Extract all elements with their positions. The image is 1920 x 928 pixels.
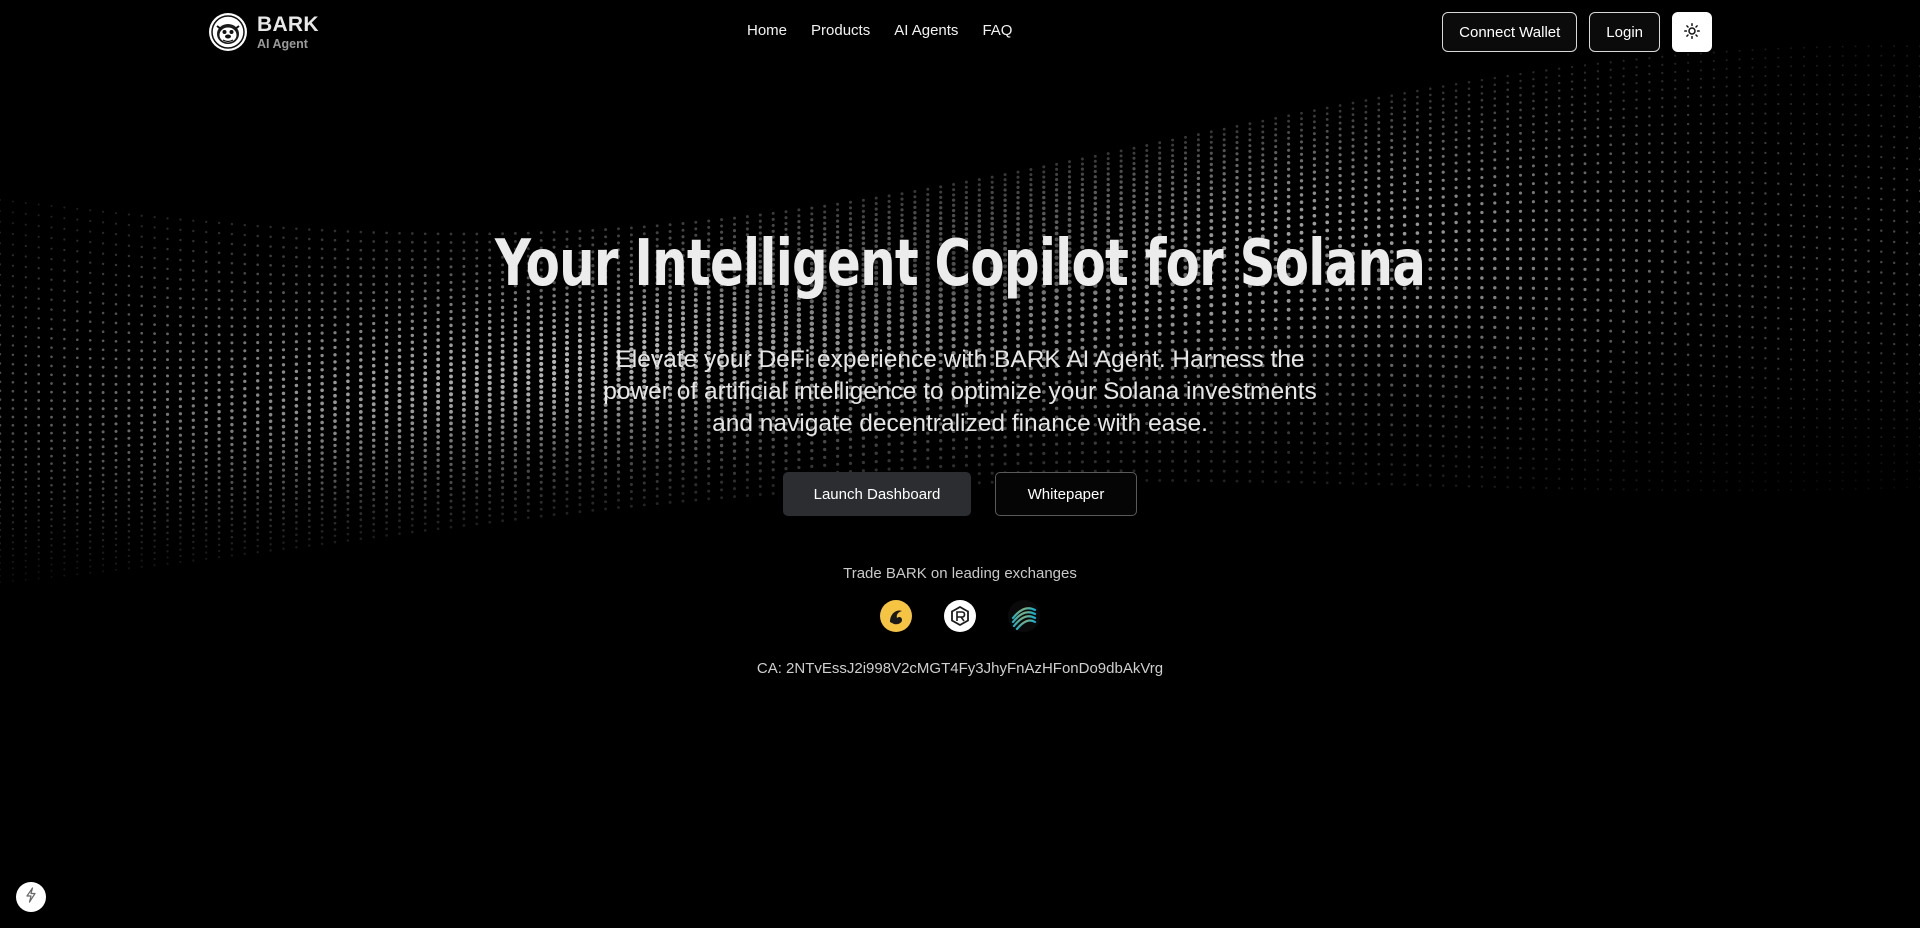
landing-page: BARK AI Agent Home Products AI Agents FA… [0,0,1920,928]
contract-address[interactable]: CA: 2NTvEssJ2i998V2cMGT4Fy3JhyFnAzHFonDo… [0,660,1920,677]
brand-name: BARK [257,12,319,36]
exchanges-label: Trade BARK on leading exchanges [843,565,1077,582]
brand-subtitle: AI Agent [257,36,308,51]
theme-toggle-button[interactable] [1672,12,1712,52]
nav-item-home[interactable]: Home [747,22,787,39]
bulldog-logo-icon [209,13,247,51]
header-actions: Connect Wallet Login [1442,12,1712,52]
dotted-wave-background [0,45,1920,584]
nav-item-ai-agents[interactable]: AI Agents [894,22,958,39]
corner-badge-button[interactable] [16,882,46,912]
raydium-exchange-icon[interactable] [944,600,976,632]
hero-cta-group: Launch Dashboard Whitepaper [0,472,1920,516]
meteora-exchange-icon[interactable] [1008,600,1040,632]
exchange-list [0,600,1920,632]
brand-home-link[interactable]: BARK AI Agent [209,13,319,51]
lightning-icon [23,886,39,908]
login-button[interactable]: Login [1589,12,1660,52]
whitepaper-button[interactable]: Whitepaper [995,472,1137,516]
nav-item-faq[interactable]: FAQ [982,22,1012,39]
nav-item-products[interactable]: Products [811,22,870,39]
birdeye-exchange-icon[interactable] [880,600,912,632]
main-nav: Home Products AI Agents FAQ [747,22,1012,39]
hero-title: Your Intelligent Copilot for Solana [494,227,1426,301]
connect-wallet-button[interactable]: Connect Wallet [1442,12,1578,52]
brand-text: BARK AI Agent [257,14,319,51]
site-header: BARK AI Agent Home Products AI Agents FA… [0,0,1920,64]
launch-dashboard-button[interactable]: Launch Dashboard [783,472,971,516]
sun-icon [1684,22,1700,42]
hero-description: Elevate your DeFi experience with BARK A… [603,346,1317,437]
